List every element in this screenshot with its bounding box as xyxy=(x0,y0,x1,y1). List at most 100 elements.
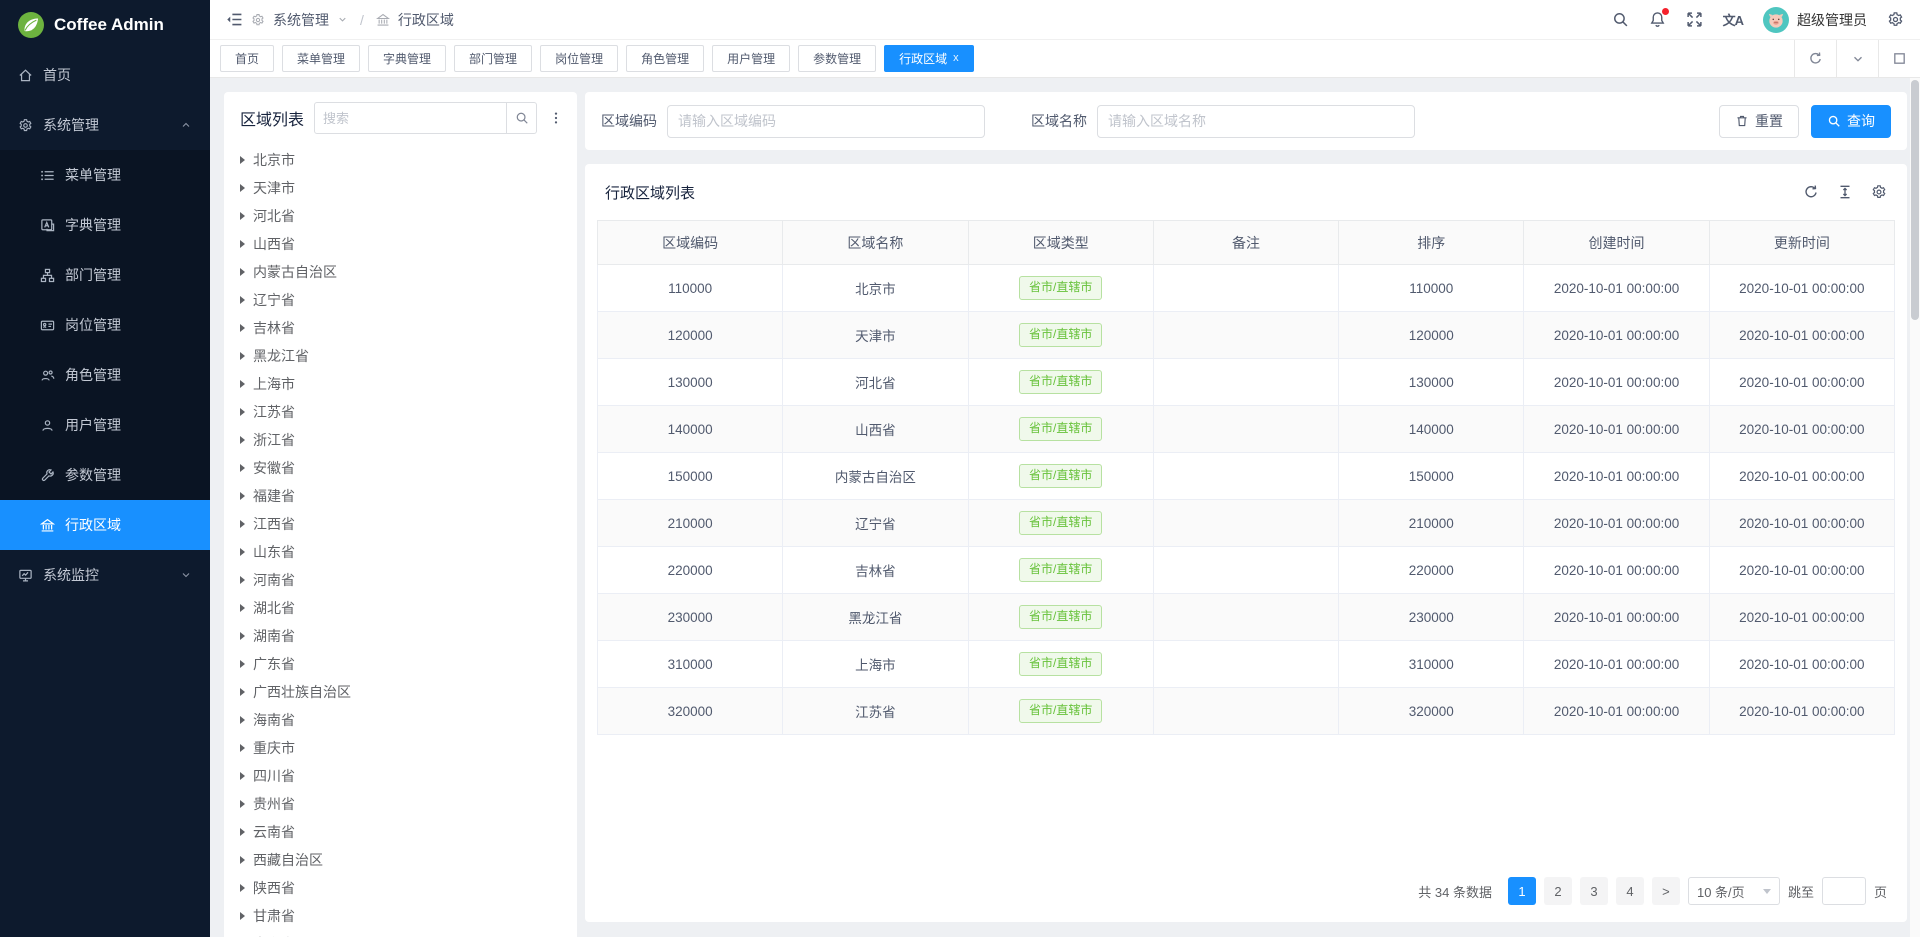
tree-item[interactable]: 北京市 xyxy=(224,146,577,174)
tree-expand-arrow-icon[interactable] xyxy=(240,464,245,472)
tree-item[interactable]: 西藏自治区 xyxy=(224,846,577,874)
tab[interactable]: 参数管理 xyxy=(798,45,876,72)
sidebar-submenu-item[interactable]: 参数管理 xyxy=(0,450,210,500)
tree-expand-arrow-icon[interactable] xyxy=(240,436,245,444)
tree-item[interactable]: 内蒙古自治区 xyxy=(224,258,577,286)
translate-icon[interactable]: 文A xyxy=(1723,10,1743,29)
tree-item[interactable]: 甘肃省 xyxy=(224,902,577,930)
tree-item[interactable]: 河北省 xyxy=(224,202,577,230)
tab[interactable]: 部门管理 xyxy=(454,45,532,72)
tree-item[interactable]: 山东省 xyxy=(224,538,577,566)
column-settings-gear-icon[interactable] xyxy=(1871,184,1887,200)
tree-expand-arrow-icon[interactable] xyxy=(240,912,245,920)
query-button[interactable]: 查询 xyxy=(1811,105,1891,138)
tree-expand-arrow-icon[interactable] xyxy=(240,576,245,584)
collapse-sidebar-icon[interactable] xyxy=(226,11,243,28)
fullscreen-icon[interactable] xyxy=(1686,11,1703,28)
chevron-down-icon[interactable] xyxy=(337,14,348,25)
sidebar-submenu-item[interactable]: 角色管理 xyxy=(0,350,210,400)
tree-expand-arrow-icon[interactable] xyxy=(240,800,245,808)
tree-item[interactable]: 黑龙江省 xyxy=(224,342,577,370)
tree-item[interactable]: 安徽省 xyxy=(224,454,577,482)
tree-expand-arrow-icon[interactable] xyxy=(240,632,245,640)
tree-item[interactable]: 海南省 xyxy=(224,706,577,734)
sidebar-submenu-item[interactable]: 字典管理 xyxy=(0,200,210,250)
tab[interactable]: 行政区域 x xyxy=(884,45,974,72)
maximize-content-icon[interactable] xyxy=(1878,40,1920,77)
tree-expand-arrow-icon[interactable] xyxy=(240,660,245,668)
tree-item[interactable]: 陕西省 xyxy=(224,874,577,902)
tree-item[interactable]: 山西省 xyxy=(224,230,577,258)
breadcrumb-section[interactable]: 系统管理 xyxy=(273,10,329,30)
tree-item[interactable]: 吉林省 xyxy=(224,314,577,342)
scrollbar-thumb[interactable] xyxy=(1911,80,1919,320)
page-number-button[interactable]: 3 xyxy=(1580,877,1608,905)
tree-item[interactable]: 云南省 xyxy=(224,818,577,846)
tree-expand-arrow-icon[interactable] xyxy=(240,324,245,332)
tree-expand-arrow-icon[interactable] xyxy=(240,296,245,304)
sidebar-item-system-management[interactable]: 系统管理 xyxy=(0,100,210,150)
settings-gear-icon[interactable] xyxy=(1887,11,1904,28)
user-menu[interactable]: 超级管理员 xyxy=(1763,7,1867,33)
sidebar-submenu-item[interactable]: 用户管理 xyxy=(0,400,210,450)
search-icon[interactable] xyxy=(1612,11,1629,28)
tree-expand-arrow-icon[interactable] xyxy=(240,828,245,836)
next-page-button[interactable]: > xyxy=(1652,877,1680,905)
tree-item[interactable]: 浙江省 xyxy=(224,426,577,454)
tab[interactable]: 首页 xyxy=(220,45,274,72)
tree-item[interactable]: 上海市 xyxy=(224,370,577,398)
region-name-input[interactable] xyxy=(1097,105,1415,138)
tab[interactable]: 角色管理 xyxy=(626,45,704,72)
tree-item[interactable]: 广东省 xyxy=(224,650,577,678)
page-number-button[interactable]: 4 xyxy=(1616,877,1644,905)
reset-button[interactable]: 重置 xyxy=(1719,105,1799,138)
tree-item[interactable]: 江苏省 xyxy=(224,398,577,426)
refresh-tab-icon[interactable] xyxy=(1794,40,1836,77)
tree-expand-arrow-icon[interactable] xyxy=(240,688,245,696)
tree-more-options-icon[interactable] xyxy=(547,109,565,127)
tree-expand-arrow-icon[interactable] xyxy=(240,352,245,360)
tree-search-icon[interactable] xyxy=(506,103,536,133)
row-density-icon[interactable] xyxy=(1837,184,1853,200)
tree-expand-arrow-icon[interactable] xyxy=(240,604,245,612)
tree-search-input[interactable] xyxy=(315,111,506,126)
tree-item[interactable]: 湖南省 xyxy=(224,622,577,650)
tab-options-chevron-icon[interactable] xyxy=(1836,40,1878,77)
tree-expand-arrow-icon[interactable] xyxy=(240,856,245,864)
tab[interactable]: 字典管理 xyxy=(368,45,446,72)
jump-to-page-input[interactable] xyxy=(1822,877,1866,905)
tree-item[interactable]: 四川省 xyxy=(224,762,577,790)
sidebar-submenu-item[interactable]: 部门管理 xyxy=(0,250,210,300)
tree-expand-arrow-icon[interactable] xyxy=(240,716,245,724)
tab[interactable]: 岗位管理 xyxy=(540,45,618,72)
tab-close-icon[interactable]: x xyxy=(953,53,959,64)
tab[interactable]: 用户管理 xyxy=(712,45,790,72)
refresh-table-icon[interactable] xyxy=(1803,184,1819,200)
tree-expand-arrow-icon[interactable] xyxy=(240,240,245,248)
tree-item[interactable]: 江西省 xyxy=(224,510,577,538)
tree-expand-arrow-icon[interactable] xyxy=(240,380,245,388)
tree-item[interactable]: 天津市 xyxy=(224,174,577,202)
tree-item[interactable]: 重庆市 xyxy=(224,734,577,762)
tree-expand-arrow-icon[interactable] xyxy=(240,408,245,416)
page-scrollbar[interactable] xyxy=(1910,78,1920,937)
tree-item[interactable]: 河南省 xyxy=(224,566,577,594)
tree-expand-arrow-icon[interactable] xyxy=(240,492,245,500)
tree-item[interactable]: 福建省 xyxy=(224,482,577,510)
page-number-button[interactable]: 1 xyxy=(1508,877,1536,905)
tree-expand-arrow-icon[interactable] xyxy=(240,884,245,892)
sidebar-item-system-monitor[interactable]: 系统监控 xyxy=(0,550,210,600)
page-number-button[interactable]: 2 xyxy=(1544,877,1572,905)
tree-expand-arrow-icon[interactable] xyxy=(240,156,245,164)
tree-expand-arrow-icon[interactable] xyxy=(240,744,245,752)
tree-item[interactable]: 广西壮族自治区 xyxy=(224,678,577,706)
tree-item[interactable]: 青海省 xyxy=(224,930,577,937)
tab[interactable]: 菜单管理 xyxy=(282,45,360,72)
tree-item[interactable]: 辽宁省 xyxy=(224,286,577,314)
tree-expand-arrow-icon[interactable] xyxy=(240,212,245,220)
sidebar-submenu-item[interactable]: 行政区域 xyxy=(0,500,210,550)
sidebar-submenu-item[interactable]: 岗位管理 xyxy=(0,300,210,350)
tree-expand-arrow-icon[interactable] xyxy=(240,548,245,556)
tree-item[interactable]: 贵州省 xyxy=(224,790,577,818)
tree-expand-arrow-icon[interactable] xyxy=(240,268,245,276)
